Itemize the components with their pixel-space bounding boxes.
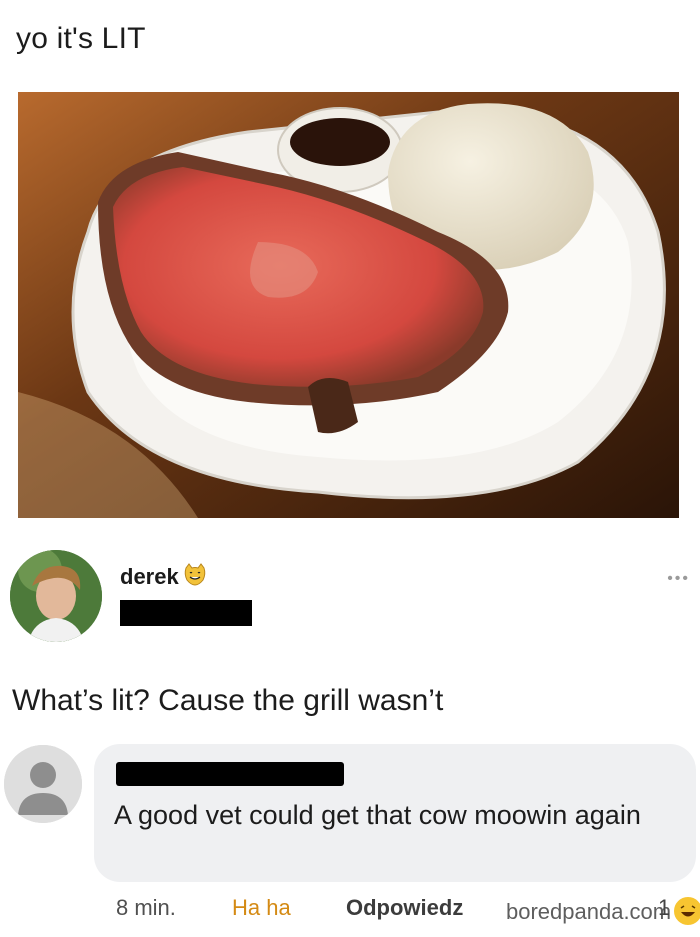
post-text: What’s lit? Cause the grill wasn’t	[12, 684, 444, 717]
post-photo[interactable]	[18, 92, 679, 518]
redaction-bar	[120, 600, 252, 626]
redaction-bar	[116, 762, 344, 786]
smiling-cat-icon	[183, 562, 207, 591]
avatar[interactable]	[10, 550, 102, 642]
more-dots-icon[interactable]: •••	[667, 570, 690, 588]
comment-time: 8 min.	[116, 895, 176, 920]
comment-bubble: A good vet could get that cow moowin aga…	[94, 744, 696, 882]
post-author: derek •••	[10, 550, 690, 645]
reply-button[interactable]: Odpowiedz	[346, 895, 463, 921]
haha-reaction-button[interactable]: Ha ha	[232, 895, 291, 921]
user-silhouette-icon[interactable]	[4, 745, 82, 823]
watermark: boredpanda.com	[506, 899, 672, 924]
comment-actions: 8 min. Ha ha Odpowiedz boredpanda.com 1	[116, 895, 700, 931]
comment-text: A good vet could get that cow moowin aga…	[114, 800, 641, 830]
username[interactable]: derek	[120, 564, 179, 590]
reaction-count: 1	[658, 895, 671, 920]
laughing-face-icon[interactable]	[672, 895, 700, 927]
post-caption: yo it's LIT	[16, 22, 146, 55]
